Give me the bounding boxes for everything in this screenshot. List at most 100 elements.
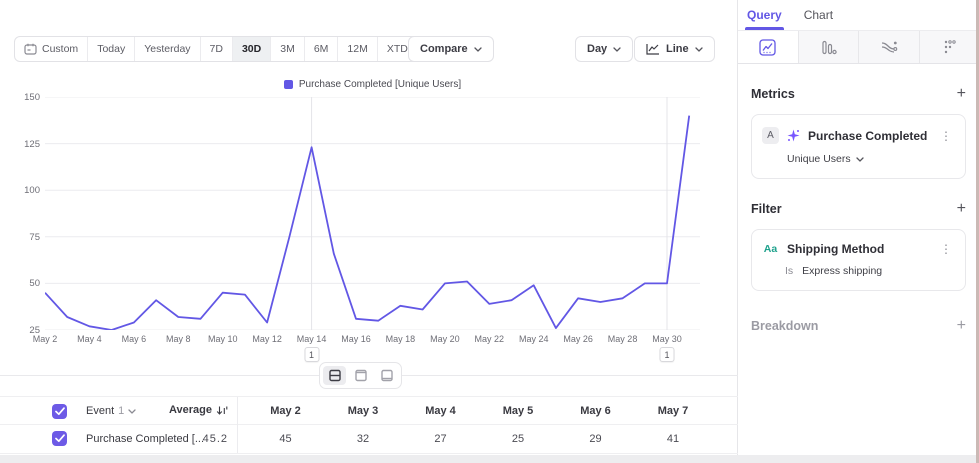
table-cell-value: 45 [279, 433, 292, 445]
date-column-header: May 4 [425, 405, 456, 417]
select-all-checkbox[interactable] [52, 404, 67, 419]
breakdown-section-header: Breakdown + [751, 318, 966, 334]
chevron-down-icon [128, 408, 136, 414]
range-label: 6M [313, 43, 329, 55]
y-axis-label: 50 [29, 278, 40, 290]
chevron-down-icon [613, 46, 621, 52]
report-type-funnels[interactable] [799, 31, 859, 63]
average-column-header[interactable]: Average [140, 404, 228, 416]
date-column-header: May 7 [657, 405, 689, 417]
metric-measurement-dropdown[interactable]: Unique Users [787, 153, 955, 165]
legend-swatch [283, 80, 293, 89]
chart-legend: Purchase Completed [Unique Users] [45, 79, 700, 90]
table-cell-value: 27 [434, 433, 447, 445]
line-chart-canvas[interactable] [45, 97, 700, 330]
compare-button[interactable]: Compare [408, 36, 494, 62]
filter-condition[interactable]: Is Express shipping [785, 265, 955, 277]
layout-toggle-chart-view[interactable] [349, 366, 372, 385]
chart-type-label: Line [666, 43, 689, 55]
sidebar-tabs: Query Chart [738, 0, 979, 30]
string-property-badge: Aa [763, 243, 778, 255]
layout-toggle-split-view[interactable] [323, 366, 346, 385]
metric-event-name: Purchase Completed [808, 128, 928, 143]
granularity-label: Day [587, 43, 608, 55]
row-checkbox[interactable] [52, 431, 67, 446]
range-button-yesterday[interactable]: Yesterday [135, 37, 201, 61]
x-axis-label: May 20 [430, 334, 460, 344]
table-row-average-value: 45.2 [202, 433, 228, 445]
layout-toggle-table-view[interactable] [375, 366, 398, 385]
tab-query[interactable]: Query [745, 0, 784, 30]
range-button-3m[interactable]: 3M [271, 37, 305, 61]
range-label: Today [97, 43, 126, 55]
range-button-6m[interactable]: 6M [305, 37, 339, 61]
bottom-edge-strip [0, 455, 976, 463]
filter-kebab-menu[interactable]: ⋮ [937, 242, 955, 256]
filter-property-name: Shipping Method [787, 242, 885, 256]
y-axis-label: 150 [24, 92, 40, 103]
range-button-custom[interactable]: Custom [15, 37, 89, 61]
x-axis-label: May 28 [607, 334, 638, 344]
metric-card[interactable]: A Purchase Completed ⋮ Unique Users [751, 114, 966, 179]
table-bottom-border [0, 453, 738, 454]
date-column-header: May 3 [347, 405, 379, 417]
add-metric-button[interactable]: + [957, 86, 966, 102]
x-axis-label: May 2 [32, 334, 58, 344]
x-axis-label: May 10 [207, 334, 238, 344]
annotation-badge-may-30[interactable]: 1 [659, 347, 675, 362]
table-top-border [0, 396, 738, 397]
y-axis-label: 100 [24, 185, 40, 197]
filter-operator: Is [785, 265, 794, 277]
y-axis-label: 75 [29, 231, 40, 243]
table-cell-value: 25 [511, 433, 525, 445]
range-label: XTD [386, 43, 408, 55]
calendar-icon [24, 43, 37, 55]
chart-type-dropdown[interactable]: Line [634, 36, 715, 62]
check-icon [54, 434, 65, 443]
report-type-retention[interactable] [920, 31, 979, 63]
range-label: 12M [347, 43, 368, 55]
retention-icon [945, 40, 956, 54]
filter-card[interactable]: Aa Shipping Method ⋮ Is Express shipping [751, 229, 966, 291]
app-root: Custom Today Yesterday 7D 30D 3M 6M 12M XTD Comp… [0, 0, 979, 463]
metric-kebab-menu[interactable]: ⋮ [937, 129, 955, 143]
table-header-border [0, 424, 738, 425]
add-breakdown-button[interactable]: + [957, 318, 966, 334]
metrics-heading: Metrics [751, 87, 795, 101]
x-axis-label: May 8 [166, 334, 191, 344]
date-range-group: Custom Today Yesterday 7D 30D 3M 6M 12M XTD [14, 36, 431, 62]
range-label: Yesterday [144, 43, 191, 55]
add-filter-button[interactable]: + [957, 201, 966, 217]
tab-chart[interactable]: Chart [804, 0, 833, 30]
x-axis-label: May 12 [252, 334, 282, 344]
range-button-7d[interactable]: 7D [201, 37, 233, 61]
report-type-insights[interactable] [738, 31, 799, 63]
date-column-header: May 6 [580, 405, 611, 417]
chevron-down-icon [694, 46, 703, 52]
range-label: 30D [241, 43, 262, 55]
sidebar-body: Metrics + A Purchase Completed ⋮ Unique … [738, 86, 979, 334]
range-button-30d[interactable]: 30D [232, 37, 272, 61]
annotation-badge-may-14[interactable]: 1 [304, 347, 320, 362]
flows-icon [881, 41, 898, 53]
check-icon [54, 407, 65, 416]
filter-value: Express shipping [802, 265, 883, 277]
range-label: 7D [209, 43, 223, 55]
range-label: 3M [280, 43, 295, 55]
series-line-purchase-completed [45, 115, 691, 330]
x-axis-label: May 4 [77, 334, 102, 344]
range-button-12m[interactable]: 12M [338, 37, 378, 61]
metrics-section-header: Metrics + [751, 86, 966, 102]
line-chart-icon [646, 44, 659, 55]
date-column-header: May 2 [270, 405, 301, 417]
x-axis-label: May 24 [518, 334, 549, 344]
event-selector[interactable]: Event 1 [86, 405, 136, 417]
range-button-today[interactable]: Today [88, 37, 136, 61]
x-axis-label: May 18 [385, 334, 416, 344]
table-cell-value: 41 [666, 433, 680, 445]
report-type-flows[interactable] [859, 31, 920, 63]
y-axis-label: 125 [24, 138, 40, 150]
granularity-dropdown[interactable]: Day [575, 36, 634, 62]
report-type-tabs [738, 30, 979, 64]
filter-section-header: Filter + [751, 201, 966, 217]
